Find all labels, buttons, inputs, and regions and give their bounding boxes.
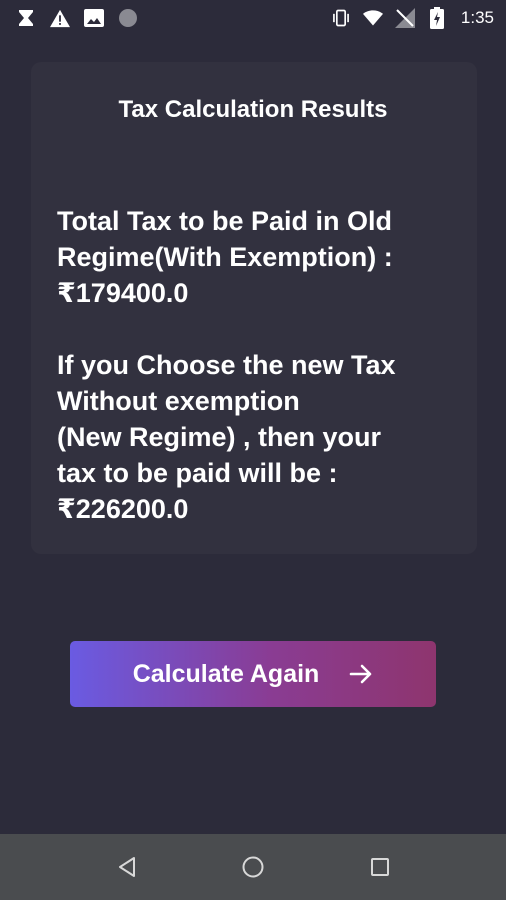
calculate-again-label: Calculate Again [132, 659, 320, 688]
old-regime-result: Total Tax to be Paid in Old Regime(With … [57, 203, 457, 311]
recents-icon[interactable] [370, 857, 390, 877]
status-time: 1:35 [460, 8, 494, 27]
new-regime-line: (New Regime) , then your [57, 422, 382, 452]
new-regime-line: If you Choose the new Tax [57, 350, 396, 380]
navigation-bar [0, 834, 506, 900]
status-bar: 1:35 [0, 0, 506, 36]
calculate-again-button[interactable]: Calculate Again [70, 641, 436, 707]
status-left-icons [16, 8, 138, 28]
old-regime-line: Total Tax to be Paid in Old [57, 206, 393, 236]
old-regime-line: Regime(With Exemption) : [57, 242, 393, 272]
wifi-icon [362, 8, 383, 28]
new-regime-amount: ₹226200.0 [57, 494, 189, 524]
battery-icon [427, 7, 447, 29]
new-regime-result: If you Choose the new Tax Without exempt… [57, 347, 457, 527]
new-regime-line: Without exemption [57, 386, 300, 416]
old-regime-amount: ₹179400.0 [57, 278, 189, 308]
home-icon[interactable] [241, 855, 265, 879]
warning-icon [50, 8, 70, 28]
card-title: Tax Calculation Results [118, 96, 388, 123]
vibrate-icon [331, 8, 351, 28]
hourglass-icon [16, 8, 36, 28]
image-icon [84, 8, 104, 28]
no-signal-icon [394, 8, 415, 28]
arrow-right-icon [349, 663, 373, 685]
status-right-icons: 1:35 [331, 7, 494, 29]
back-icon[interactable] [117, 856, 137, 878]
new-regime-line: tax to be paid will be : [57, 458, 338, 488]
circle-icon [118, 8, 138, 28]
